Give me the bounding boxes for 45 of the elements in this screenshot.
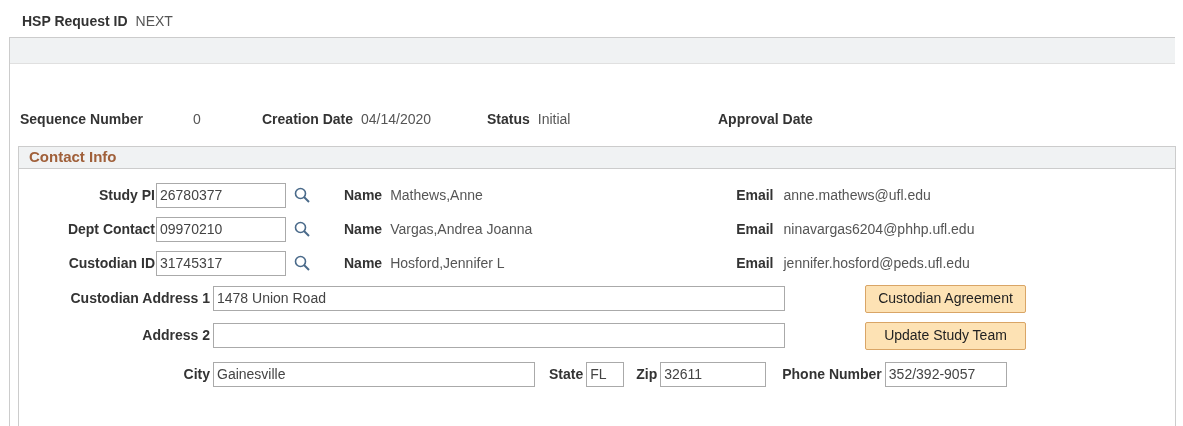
status-label: Approval Date: [718, 109, 813, 129]
id-field[interactable]: 26780377: [156, 182, 286, 208]
id-field[interactable]: 09970210: [156, 216, 286, 242]
status-label: Creation Date: [262, 109, 354, 129]
field-label: Custodian ID: [68, 253, 155, 273]
name-value: Hosford,Jennifer L: [390, 254, 505, 271]
phone-label: Phone Number: [782, 364, 882, 384]
phone-field[interactable]: 352/392-9057: [884, 361, 1007, 387]
name-label: Name: [344, 253, 383, 273]
address-field[interactable]: [213, 323, 785, 348]
action-button[interactable]: Custodian Agreement: [865, 284, 1026, 313]
name-value: Mathews,Anne: [390, 186, 483, 203]
email-label: Email: [736, 253, 774, 273]
email-label: Email: [736, 185, 774, 205]
state-label: State: [549, 364, 584, 384]
city-label: City: [183, 364, 210, 384]
field-label: Study PI: [99, 185, 155, 205]
search-icon[interactable]: [294, 255, 310, 271]
search-icon[interactable]: [294, 187, 310, 203]
section-title: Contact Info: [29, 147, 117, 168]
email-value: anne.mathews@ufl.edu: [783, 185, 931, 205]
status-value: Initial: [537, 109, 571, 129]
city-field[interactable]: Gainesville: [213, 361, 535, 387]
action-button[interactable]: Update Study Team: [865, 321, 1026, 350]
state-field[interactable]: FL: [586, 361, 625, 387]
status-label: Sequence Number: [20, 109, 143, 129]
name-label: Name: [344, 219, 383, 239]
search-icon[interactable]: [294, 221, 310, 237]
status-value: 0: [192, 109, 201, 129]
id-field[interactable]: 31745317: [156, 250, 286, 276]
address-label: Address 2: [142, 326, 210, 345]
email-label: Email: [736, 219, 774, 239]
email-value: ninavargas6204@phhp.ufl.edu: [783, 219, 975, 239]
name-value: Vargas,Andrea Joanna: [390, 220, 533, 237]
address-field[interactable]: 1478 Union Road: [213, 286, 785, 311]
address-label: Custodian Address 1: [70, 289, 210, 308]
field-label: Dept Contact: [67, 219, 155, 239]
request-id-value: NEXT: [135, 12, 173, 31]
zip-field[interactable]: 32611: [660, 361, 767, 387]
name-label: Name: [344, 185, 383, 205]
zip-label: Zip: [636, 364, 658, 384]
status-value: 04/14/2020: [361, 109, 432, 129]
request-id-label: HSP Request ID: [22, 12, 128, 31]
status-label: Status: [487, 109, 530, 129]
email-value: jennifer.hosford@peds.ufl.edu: [783, 253, 970, 273]
